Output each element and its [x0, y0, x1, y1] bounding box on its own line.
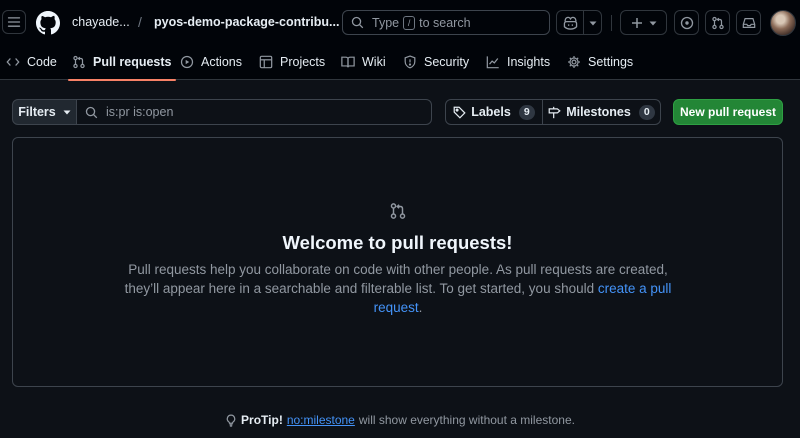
blankslate-panel: Welcome to pull requests! Pull requests …	[12, 137, 783, 387]
chevron-down-icon	[589, 21, 596, 25]
search-shortcut-key: /	[403, 15, 416, 30]
book-icon	[341, 56, 355, 68]
code-icon	[6, 58, 20, 66]
global-search-input[interactable]: Type / to search	[342, 10, 550, 35]
blankslate-text: Pull requests help you collaborate on co…	[124, 262, 668, 296]
play-icon	[180, 55, 194, 69]
tag-icon	[453, 106, 466, 119]
search-suffix-text: to search	[419, 15, 471, 30]
caret-down-icon	[63, 110, 71, 115]
filters-dropdown-button[interactable]: Filters	[12, 99, 77, 125]
copilot-button-group	[556, 10, 602, 35]
header-divider	[611, 15, 612, 31]
user-avatar[interactable]	[770, 10, 796, 36]
labels-milestones-group: Labels 9 Milestones 0	[445, 99, 661, 125]
tab-insights-label: Insights	[507, 55, 551, 69]
tab-wiki[interactable]: Wiki	[341, 45, 386, 79]
light-bulb-icon	[226, 414, 236, 427]
milestone-icon	[548, 106, 561, 118]
shield-icon	[404, 55, 416, 69]
search-prefix-text: Type	[372, 15, 400, 30]
milestones-label: Milestones	[566, 105, 631, 119]
copilot-button[interactable]	[557, 11, 583, 34]
copilot-dropdown-button[interactable]	[583, 11, 601, 34]
tab-code[interactable]: Code	[6, 45, 57, 79]
tab-settings[interactable]: Settings	[567, 45, 633, 79]
protip-label: ProTip!	[241, 413, 283, 427]
protip-text: will show everything without a milestone…	[358, 413, 575, 427]
tab-insights[interactable]: Insights	[486, 45, 550, 79]
issues-button[interactable]	[674, 10, 699, 35]
pr-search-input[interactable]	[106, 105, 406, 119]
tab-projects[interactable]: Projects	[259, 45, 325, 79]
table-icon	[259, 55, 273, 69]
protip: ProTip! no:milestone will show everythin…	[0, 413, 800, 427]
tab-wiki-label: Wiki	[362, 55, 386, 69]
tab-settings-label: Settings	[588, 55, 634, 69]
repo-name-link[interactable]: pyos-demo-package-contribu...	[154, 15, 339, 29]
copilot-icon	[563, 16, 577, 30]
repo-owner-link[interactable]: chayade...	[72, 15, 130, 29]
breadcrumb-separator: /	[138, 14, 142, 30]
labels-button[interactable]: Labels 9	[446, 100, 542, 124]
filters-label: Filters	[18, 105, 56, 119]
chevron-down-icon	[649, 21, 656, 25]
no-milestone-link[interactable]: no:milestone	[287, 413, 355, 427]
milestones-button[interactable]: Milestones 0	[542, 100, 660, 124]
github-logo-icon[interactable]	[36, 11, 60, 35]
inbox-button[interactable]	[736, 10, 761, 35]
search-icon	[85, 106, 98, 118]
blankslate-title: Welcome to pull requests!	[282, 232, 513, 253]
labels-label: Labels	[471, 105, 511, 119]
graph-icon	[486, 56, 499, 69]
tab-security[interactable]: Security	[403, 45, 469, 79]
git-pull-request-icon	[390, 203, 406, 219]
plus-icon	[631, 17, 642, 28]
tab-actions-label: Actions	[201, 55, 242, 69]
inbox-icon	[742, 17, 755, 28]
labels-count-badge: 9	[518, 104, 535, 120]
tab-actions[interactable]: Actions	[180, 45, 242, 79]
tab-code-label: Code	[27, 55, 57, 69]
blankslate-period: .	[418, 300, 423, 315]
pull-requests-button[interactable]	[705, 10, 730, 35]
blankslate-description: Pull requests help you collaborate on co…	[123, 260, 673, 317]
hamburger-menu-button[interactable]	[2, 10, 26, 34]
git-pull-request-icon	[73, 55, 85, 69]
search-icon	[351, 16, 364, 29]
new-pull-request-button[interactable]: New pull request	[673, 99, 783, 125]
hamburger-icon	[7, 17, 21, 27]
tab-security-label: Security	[424, 55, 470, 69]
milestones-count-badge: 0	[638, 104, 655, 120]
gear-icon	[568, 56, 580, 68]
global-header: chayade... / pyos-demo-package-contribu.…	[0, 0, 800, 45]
tab-pull-requests-label: Pull requests	[93, 55, 172, 69]
repository-nav: Code Pull requests Actions Projects Wiki…	[0, 45, 800, 81]
tab-projects-label: Projects	[280, 55, 326, 69]
create-new-button[interactable]	[620, 10, 667, 35]
tab-pull-requests[interactable]: Pull requests	[68, 45, 175, 81]
pr-filter-field	[76, 99, 432, 125]
git-pull-request-icon	[711, 16, 724, 29]
issue-opened-icon	[680, 16, 693, 29]
